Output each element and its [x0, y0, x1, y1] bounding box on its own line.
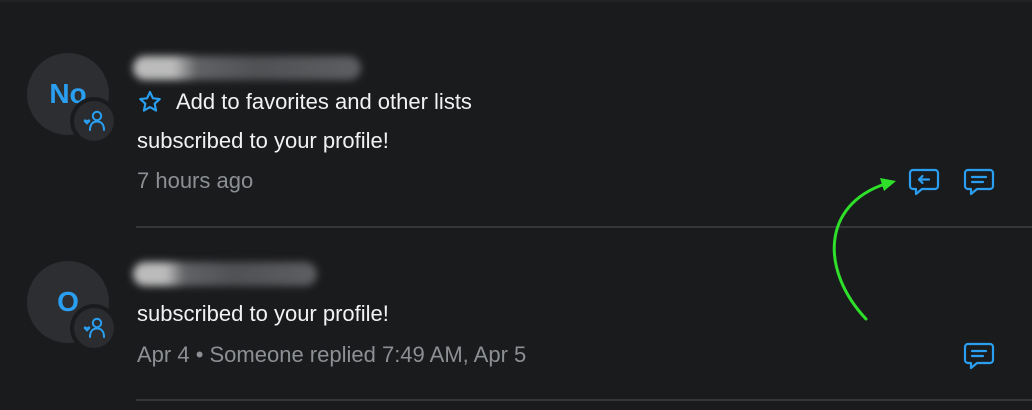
- message-icon: [963, 342, 995, 370]
- notification-message: subscribed to your profile!: [137, 128, 389, 153]
- favorites-label: Add to favorites and other lists: [176, 89, 472, 114]
- blurred-username[interactable]: [133, 56, 361, 80]
- star-icon: [139, 90, 161, 112]
- message-button[interactable]: [961, 338, 997, 374]
- subscriber-badge: [70, 304, 118, 352]
- subscriber-icon: [83, 317, 105, 338]
- add-to-favorites-link[interactable]: Add to favorites and other lists: [137, 89, 472, 115]
- subscriber-icon: [83, 110, 105, 131]
- top-divider: [0, 0, 1032, 2]
- subscriber-badge: [70, 97, 118, 145]
- message-icon: [963, 168, 995, 196]
- notification-timestamp: Apr 4 • Someone replied 7:49 AM, Apr 5: [137, 342, 527, 367]
- notification-divider: [136, 226, 1032, 228]
- notification-divider: [136, 399, 1032, 401]
- reply-quote-button[interactable]: [906, 164, 942, 200]
- blurred-username[interactable]: [133, 262, 317, 286]
- message-button[interactable]: [961, 164, 997, 200]
- notifications-panel: No Add to favorites and other lists subs…: [0, 0, 1032, 410]
- notification-message: subscribed to your profile!: [137, 301, 389, 326]
- notification-timestamp: 7 hours ago: [137, 168, 254, 193]
- reply-quote-icon: [908, 168, 940, 196]
